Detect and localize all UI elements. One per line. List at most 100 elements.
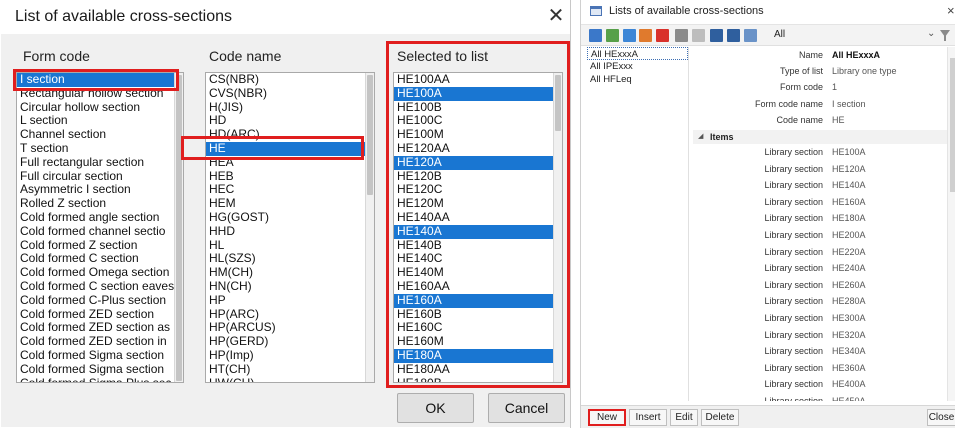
selected-section-item[interactable]: HE100AA (394, 73, 562, 87)
undo-icon[interactable] (675, 29, 688, 42)
code-name-item[interactable]: HL(SZS) (206, 252, 374, 266)
property-value[interactable]: HE220A (832, 245, 866, 259)
library-section-row[interactable]: Library section HE160A (693, 195, 955, 209)
selected-sections-list[interactable]: HE100AA HE100A HE100B HE100C HE100M HE120AA HE… (393, 72, 563, 383)
code-name-scrollbar[interactable] (365, 73, 374, 382)
property-value[interactable]: HE280A (832, 294, 866, 308)
lists-list[interactable]: All HExxxA All IPExxx All HFLeq (587, 47, 689, 401)
selected-section-item[interactable]: HE160B (394, 308, 562, 322)
items-section-header[interactable]: ◢ Items (693, 130, 955, 144)
property-value[interactable]: HE320A (832, 328, 866, 342)
form-code-item[interactable]: Full circular section (17, 170, 183, 184)
form-code-item[interactable]: Cold formed channel sectio (17, 225, 183, 239)
selected-section-item[interactable]: HE180A (394, 348, 562, 363)
property-value[interactable]: HE450A (832, 394, 866, 401)
code-name-item[interactable]: HE (206, 141, 374, 156)
close-icon[interactable]: ✕ (545, 3, 567, 29)
library-section-row[interactable]: Library section HE360A (693, 361, 955, 375)
selected-section-item[interactable]: HE160M (394, 335, 562, 349)
property-value[interactable]: HE160A (832, 195, 866, 209)
selected-section-item[interactable]: HE100M (394, 128, 562, 142)
document-icon[interactable] (744, 29, 757, 42)
code-name-item[interactable]: HM(CH) (206, 266, 374, 280)
selected-section-item[interactable]: HE140B (394, 239, 562, 253)
property-row[interactable]: Code name HE (693, 113, 955, 127)
property-value[interactable]: HE340A (832, 344, 866, 358)
filter-label[interactable]: All (774, 29, 785, 40)
new-list-icon[interactable] (589, 29, 602, 42)
code-name-item[interactable]: HD(ARC) (206, 128, 374, 142)
form-code-item[interactable]: I section (17, 73, 183, 87)
code-name-item[interactable]: HEB (206, 170, 374, 184)
form-code-item[interactable]: Cold formed ZED section in (17, 335, 183, 349)
filter-icon[interactable] (940, 30, 950, 41)
list-entry[interactable]: All IPExxx (587, 60, 688, 73)
scrollbar-thumb[interactable] (950, 58, 955, 192)
form-code-scrollbar[interactable] (174, 73, 183, 382)
form-code-item[interactable]: Circular hollow section (17, 101, 183, 115)
library-section-row[interactable]: Library section HE100A (693, 145, 955, 159)
selected-section-item[interactable]: HE160C (394, 321, 562, 335)
selected-section-item[interactable]: HE100C (394, 114, 562, 128)
library-section-row[interactable]: Library section HE450A (693, 394, 955, 401)
code-name-item[interactable]: CS(NBR) (206, 73, 374, 87)
selected-section-item[interactable]: HE140C (394, 252, 562, 266)
edit-button[interactable]: Edit (670, 409, 698, 426)
form-code-item[interactable]: Rectangular hollow section (17, 87, 183, 101)
form-code-item[interactable]: Cold formed Z section (17, 239, 183, 253)
selected-section-item[interactable]: HE140AA (394, 211, 562, 225)
selected-section-item[interactable]: HE140A (394, 224, 562, 239)
save-icon[interactable] (727, 29, 740, 42)
code-name-item[interactable]: HN(CH) (206, 280, 374, 294)
list-entry[interactable]: All HFLeq (587, 73, 688, 86)
form-code-item[interactable]: Cold formed Sigma section (17, 349, 183, 363)
property-row[interactable]: Form code 1 (693, 80, 955, 94)
code-name-item[interactable]: HEC (206, 183, 374, 197)
selected-section-item[interactable]: HE120C (394, 183, 562, 197)
insert-button[interactable]: Insert (629, 409, 667, 426)
selected-section-item[interactable]: HE160A (394, 293, 562, 308)
form-code-item[interactable]: Cold formed C-Plus section (17, 294, 183, 308)
form-code-item[interactable]: L section (17, 114, 183, 128)
library-section-row[interactable]: Library section HE180A (693, 211, 955, 225)
library-section-row[interactable]: Library section HE260A (693, 278, 955, 292)
property-value[interactable]: HE260A (832, 278, 866, 292)
property-value[interactable]: Library one type (832, 64, 897, 78)
selected-section-item[interactable]: HE120A (394, 155, 562, 170)
property-row[interactable]: Type of list Library one type (693, 64, 955, 78)
property-value[interactable]: HE300A (832, 311, 866, 325)
redo-icon[interactable] (692, 29, 705, 42)
new-button[interactable]: New (588, 409, 626, 426)
delete-icon[interactable] (656, 29, 669, 42)
property-value[interactable]: HE400A (832, 377, 866, 391)
code-name-item[interactable]: HP(ARC) (206, 308, 374, 322)
code-name-item[interactable]: HP(Imp) (206, 349, 374, 363)
library-section-row[interactable]: Library section HE140A (693, 178, 955, 192)
chevron-down-icon[interactable]: ⌄ (927, 28, 935, 39)
form-code-item[interactable]: Asymmetric I section (17, 183, 183, 197)
form-code-item[interactable]: Cold formed ZED section as (17, 321, 183, 335)
form-code-item[interactable]: Channel section (17, 128, 183, 142)
library-section-row[interactable]: Library section HE340A (693, 344, 955, 358)
form-code-item[interactable]: Cold formed Sigma section (17, 363, 183, 377)
form-code-item[interactable]: Cold formed Sigma Plus sec (17, 377, 183, 382)
property-value[interactable]: HE140A (832, 178, 866, 192)
copy-icon[interactable] (639, 29, 652, 42)
property-value[interactable]: HE120A (832, 162, 866, 176)
form-code-list[interactable]: I section Rectangular hollow section Circu… (16, 72, 184, 383)
library-section-row[interactable]: Library section HE400A (693, 377, 955, 391)
scrollbar-thumb[interactable] (176, 75, 182, 381)
property-value[interactable]: 1 (832, 80, 837, 94)
form-code-item[interactable]: Full rectangular section (17, 156, 183, 170)
property-value[interactable]: HE200A (832, 228, 866, 242)
form-code-item[interactable]: Cold formed ZED section (17, 308, 183, 322)
form-code-item[interactable]: T section (17, 142, 183, 156)
library-section-row[interactable]: Library section HE120A (693, 162, 955, 176)
code-name-item[interactable]: HL (206, 239, 374, 253)
library-section-row[interactable]: Library section HE280A (693, 294, 955, 308)
property-row[interactable]: Name All HExxxA (693, 48, 955, 62)
form-code-item[interactable]: Cold formed angle section (17, 211, 183, 225)
delete-button[interactable]: Delete (701, 409, 739, 426)
code-name-item[interactable]: H(JIS) (206, 101, 374, 115)
code-name-item[interactable]: HD (206, 114, 374, 128)
